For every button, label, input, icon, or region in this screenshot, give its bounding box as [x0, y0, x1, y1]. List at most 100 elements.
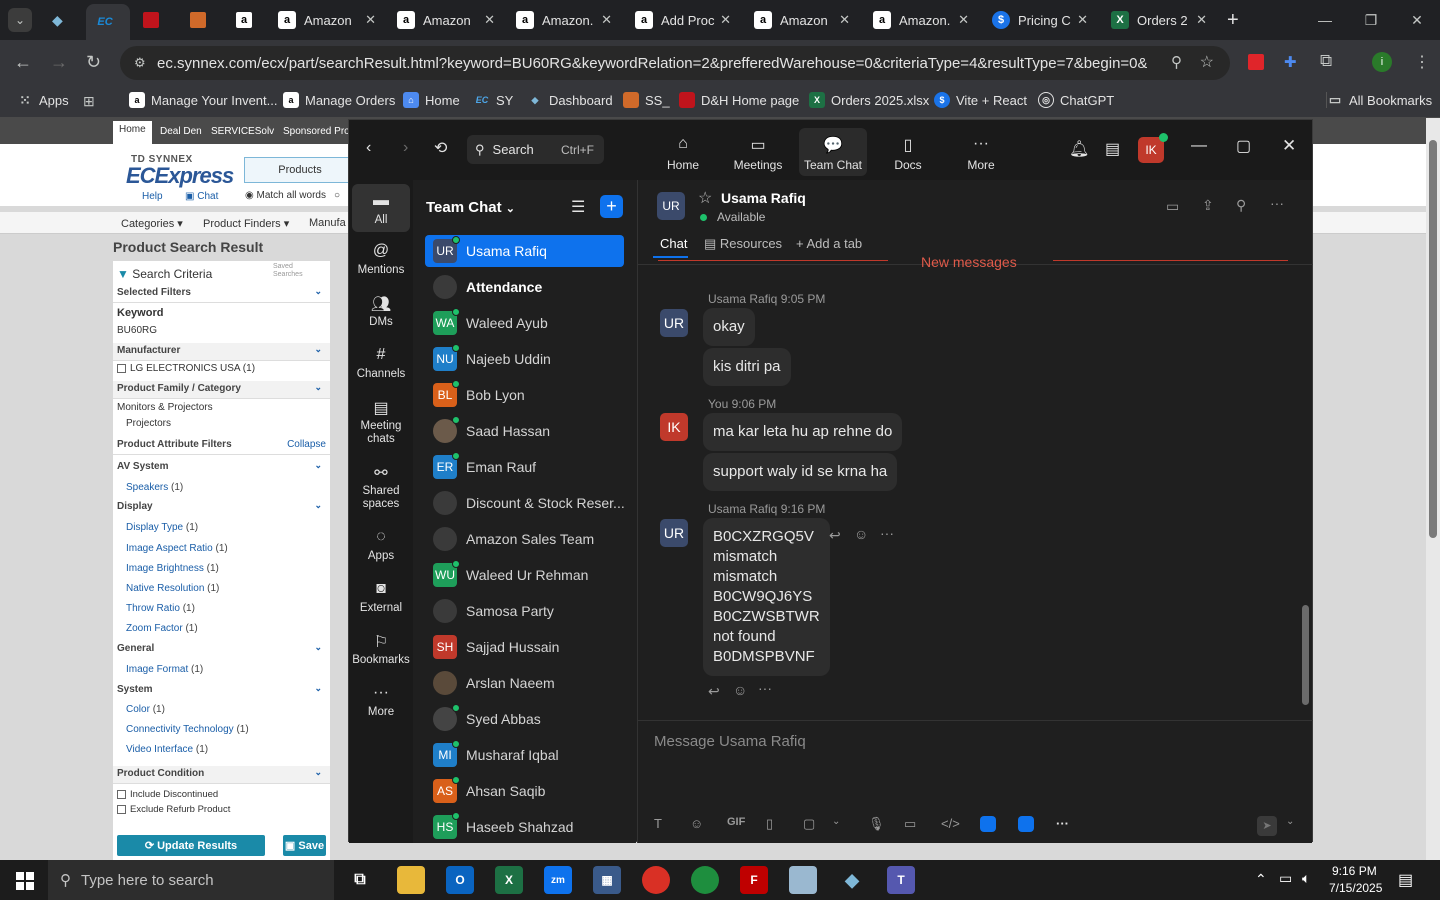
tab-ecexpress[interactable]: EC [86, 4, 130, 40]
contact-row[interactable]: WU Waleed Ur Rehman [425, 559, 624, 591]
filter-image-format[interactable]: Image Format (1) [126, 664, 203, 675]
vscode-icon[interactable]: ◆ [838, 866, 866, 894]
nav-channels[interactable]: # Channels [352, 346, 410, 380]
bookmark-apps[interactable]: ⁙ Apps [17, 92, 69, 108]
contact-row[interactable]: ER Eman Rauf [425, 451, 624, 483]
contact-row[interactable]: Discount & Stock Reser... [425, 487, 624, 519]
nav-mentions[interactable]: @ Mentions [352, 242, 410, 276]
close-icon[interactable]: ✕ [1196, 12, 1207, 28]
new-tab-icon[interactable]: + [1227, 9, 1239, 32]
back-icon[interactable]: ← [14, 52, 32, 73]
back-icon[interactable]: ‹ [366, 139, 371, 157]
filter-video-interface[interactable]: Video Interface (1) [126, 744, 208, 755]
chat-list-title[interactable]: Team Chat ⌄ [426, 199, 515, 216]
history-icon[interactable]: ⟲ [434, 138, 447, 158]
chrome-icon[interactable] [691, 866, 719, 894]
tab-amazon-5[interactable]: a Amazon. ✕ [873, 6, 973, 34]
filter-throw-ratio[interactable]: Throw Ratio (1) [126, 603, 195, 614]
avatar[interactable]: UR [660, 309, 688, 337]
tab-amazon-1[interactable]: a Amazon ✕ [278, 6, 380, 34]
forward-icon[interactable]: → [50, 52, 68, 73]
extensions-icon[interactable]: ⧉ [1320, 51, 1332, 71]
task-view-icon[interactable]: ⧉ [346, 866, 374, 894]
maximize-icon[interactable]: ▢ [1236, 136, 1251, 156]
nav-more[interactable]: ··· More [352, 684, 410, 718]
contact-row[interactable]: Samosa Party [425, 595, 624, 627]
nav-categories[interactable]: Categories ▾ [121, 217, 183, 230]
filter-zoom-factor[interactable]: Zoom Factor (1) [126, 623, 198, 634]
filter-connectivity[interactable]: Connectivity Technology (1) [126, 724, 249, 735]
more-dots-icon[interactable]: ··· [758, 680, 772, 696]
bookmark-star-icon[interactable]: ☆ [1200, 52, 1214, 72]
outlook-icon[interactable]: O [446, 866, 474, 894]
tab-amazon-4[interactable]: a Amazon ✕ [754, 6, 854, 34]
selected-filters-header[interactable]: Selected Filters ⌄ [113, 285, 330, 303]
site-info-icon[interactable]: ⚙ [134, 55, 146, 71]
filezilla-icon[interactable]: F [740, 866, 768, 894]
bookmark-dh[interactable]: D&H Home page [679, 92, 799, 108]
help-link[interactable]: Help [142, 191, 163, 202]
reload-icon[interactable]: ↻ [86, 52, 101, 73]
av-system-header[interactable]: AV System ⌄ [113, 459, 330, 477]
tab-amazon-2[interactable]: a Amazon ✕ [397, 6, 499, 34]
chevron-down-icon[interactable]: ⌄ [832, 816, 840, 827]
site-tab-home[interactable]: Home [113, 121, 152, 144]
restore-icon[interactable]: ❐ [1348, 0, 1394, 40]
contact-row[interactable]: WA Waleed Ayub [425, 307, 624, 339]
nav-manufacturers[interactable]: Manufa [309, 217, 346, 229]
collapse-link[interactable]: Collapse [287, 439, 326, 450]
exclude-refurb-checkbox[interactable]: Exclude Refurb Product [117, 804, 230, 815]
radio-icon[interactable]: ○ [334, 190, 340, 201]
nav-bookmarks[interactable]: ⚐ Bookmarks [352, 632, 410, 666]
chat-link[interactable]: ▣ Chat [185, 191, 218, 202]
menu-icon[interactable]: ⋮ [1414, 52, 1430, 72]
reply-icon[interactable]: ↩ [708, 683, 720, 700]
package-icon[interactable] [190, 12, 206, 28]
message-bubble[interactable]: kis ditri pa [703, 348, 791, 386]
chat-scrollbar[interactable] [1302, 605, 1309, 705]
nav-apps[interactable]: ◌ Apps [352, 528, 410, 562]
emoji-icon[interactable]: ☺ [690, 816, 703, 831]
filter-aspect-ratio[interactable]: Image Aspect Ratio (1) [126, 543, 228, 554]
bell-icon[interactable]: 🔔︎ [1069, 139, 1089, 159]
close-icon[interactable]: ✕ [1077, 12, 1088, 28]
contact-row[interactable]: Attendance [425, 271, 624, 303]
checkbox[interactable] [117, 789, 126, 799]
tab-chat[interactable]: Chat [660, 236, 687, 251]
nav-product-finders[interactable]: Product Finders ▾ [203, 217, 289, 230]
search-icon[interactable]: ⚲ [1236, 197, 1246, 214]
chat-contact-name[interactable]: Usama Rafiq [721, 190, 806, 206]
match-all-radio[interactable]: ◉ Match all words [245, 190, 326, 201]
close-icon[interactable]: ✕ [720, 12, 731, 28]
chevron-down-icon[interactable]: ⌄ [1286, 816, 1294, 827]
forward-icon[interactable]: › [403, 139, 408, 157]
screenshot-icon[interactable]: ▢ [803, 816, 815, 832]
extension-blue-icon[interactable]: ✚ [1284, 53, 1297, 71]
condition-header[interactable]: Product Condition ⌄ [113, 766, 330, 784]
family-item-2[interactable]: Projectors [126, 418, 171, 429]
video-clip-icon[interactable]: ▭ [904, 816, 916, 832]
contact-row[interactable]: NU Najeeb Uddin [425, 343, 624, 375]
reply-icon[interactable]: ↩ [829, 527, 841, 544]
message-input[interactable]: Message Usama Rafiq [654, 733, 806, 750]
contact-row[interactable]: Arslan Naeem [425, 667, 624, 699]
pinned-tab-icon[interactable]: ◆ [52, 12, 63, 29]
page-scrollbar[interactable] [1426, 118, 1440, 860]
nav-dms[interactable]: 👥︎ DMs [352, 294, 410, 328]
filter-native-resolution[interactable]: Native Resolution (1) [126, 583, 219, 594]
new-chat-button[interactable]: + [600, 195, 623, 218]
send-icon[interactable]: ➤ [1257, 816, 1277, 836]
windows-start-icon[interactable] [16, 872, 34, 890]
volume-icon[interactable]: 🔈︎ [1302, 870, 1310, 887]
bookmark-manage-orders[interactable]: a Manage Orders [283, 92, 395, 108]
zoom-search-input[interactable]: ⚲ Search Ctrl+F [467, 135, 604, 164]
contact-row[interactable]: Amazon Sales Team [425, 523, 624, 555]
contact-row[interactable]: AS Ahsan Saqib [425, 775, 624, 807]
message-composer[interactable]: Message Usama Rafiq T ☺ GIF ▯ ▢ ⌄ 🎙︎ ▭ <… [638, 720, 1313, 843]
checkbox[interactable] [117, 363, 126, 373]
avatar[interactable]: IK [660, 413, 688, 441]
close-icon[interactable]: ✕ [365, 12, 376, 28]
nav-docs[interactable]: ▯ Docs [874, 128, 942, 176]
minimize-icon[interactable]: — [1191, 137, 1207, 155]
products-selector[interactable]: Products [244, 157, 356, 183]
